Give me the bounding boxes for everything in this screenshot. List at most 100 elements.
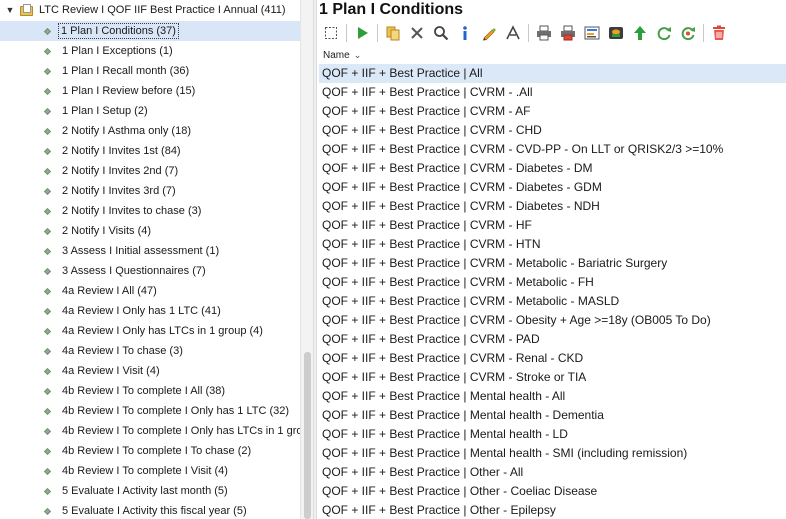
move-up-button[interactable]	[628, 22, 652, 44]
list-item[interactable]: QOF + IIF + Best Practice | CVRM - HF	[319, 216, 786, 235]
toolbar-separator	[377, 24, 378, 42]
select-all-button[interactable]	[319, 22, 343, 44]
list-item[interactable]: QOF + IIF + Best Practice | CVRM - .All	[319, 83, 786, 102]
tree-item-label: 2 Notify I Visits (4)	[62, 225, 152, 237]
print-button[interactable]	[532, 22, 556, 44]
refresh-button[interactable]	[652, 22, 676, 44]
tree-root-node[interactable]: ▼ LTC Review I QOF IIF Best Practice I A…	[0, 1, 286, 19]
list-item[interactable]: QOF + IIF + Best Practice | CVRM - Diabe…	[319, 197, 786, 216]
tree-item[interactable]: 4b Review I To complete I All (38)	[0, 381, 300, 401]
tree-item-label: 1 Plan I Exceptions (1)	[62, 45, 173, 57]
list-item-text: QOF + IIF + Best Practice | CVRM - HTN	[322, 237, 541, 251]
list-item[interactable]: QOF + IIF + Best Practice | CVRM - CHD	[319, 121, 786, 140]
list-item[interactable]: QOF + IIF + Best Practice | All	[319, 64, 786, 83]
run-button[interactable]	[350, 22, 374, 44]
list-item[interactable]: QOF + IIF + Best Practice | CVRM - HTN	[319, 235, 786, 254]
tree-item-label: 4a Review I All (47)	[62, 285, 157, 297]
tree-item[interactable]: 2 Notify I Invites to chase (3)	[0, 201, 300, 221]
tree-item-label: 4b Review I To complete I Only has LTCs …	[62, 425, 309, 437]
column-header-name[interactable]: Name ⌄	[319, 47, 786, 65]
list-item[interactable]: QOF + IIF + Best Practice | CVRM - Diabe…	[319, 178, 786, 197]
list-item[interactable]: QOF + IIF + Best Practice | CVRM - Strok…	[319, 368, 786, 387]
list-item[interactable]: QOF + IIF + Best Practice | CVRM - Obesi…	[319, 311, 786, 330]
tree-item[interactable]: 4a Review I Only has 1 LTC (41)	[0, 301, 300, 321]
edit-icon	[483, 28, 496, 41]
toolbar	[319, 21, 786, 45]
tree-item[interactable]: 4b Review I To complete I To chase (2)	[0, 441, 300, 461]
tree-leaf-icon	[43, 207, 52, 216]
tree-item[interactable]: 2 Notify I Invites 2nd (7)	[0, 161, 300, 181]
list-item[interactable]: QOF + IIF + Best Practice | CVRM - Diabe…	[319, 159, 786, 178]
toolbar-separator	[703, 24, 704, 42]
tree-item[interactable]: 4b Review I To complete I Only has LTCs …	[0, 421, 309, 441]
collapse-chevron-icon[interactable]: ▼	[0, 5, 20, 15]
tree-leaf-icon	[43, 427, 52, 436]
remove-button[interactable]	[405, 22, 429, 44]
tree-item[interactable]: 4a Review I Only has LTCs in 1 group (4)	[0, 321, 300, 341]
list-item-text: QOF + IIF + Best Practice | CVRM - Obesi…	[322, 313, 711, 327]
refresh-all-button[interactable]	[676, 22, 700, 44]
tree-leaf-icon	[43, 367, 52, 376]
tree-item[interactable]: 1 Plan I Exceptions (1)	[0, 41, 300, 61]
edit-button[interactable]	[477, 22, 501, 44]
tree-item[interactable]: 4a Review I To chase (3)	[0, 341, 300, 361]
tree-item-label: 2 Notify I Asthma only (18)	[62, 125, 191, 137]
tree-item-label: 1 Plan I Setup (2)	[62, 105, 148, 117]
tree-leaf-icon	[43, 127, 52, 136]
tree-list: 1 Plan I Conditions (37) 1 Plan I Excepti…	[0, 21, 309, 519]
tree-item-label: 4a Review I Only has LTCs in 1 group (4)	[62, 325, 263, 337]
print-list-button[interactable]	[556, 22, 580, 44]
tree-item-label: 4a Review I Visit (4)	[62, 365, 160, 377]
tree-item-label: 4b Review I To complete I To chase (2)	[62, 445, 252, 457]
delete-button[interactable]	[707, 22, 731, 44]
tree-item[interactable]: 3 Assess I Initial assessment (1)	[0, 241, 300, 261]
tree-leaf-icon	[43, 167, 52, 176]
tree-item-label: 3 Assess I Questionnaires (7)	[62, 265, 206, 277]
tree-item[interactable]: 2 Notify I Visits (4)	[0, 221, 300, 241]
tree-item[interactable]: 1 Plan I Recall month (36)	[0, 61, 300, 81]
list-item[interactable]: QOF + IIF + Best Practice | CVRM - Metab…	[319, 273, 786, 292]
tree-item[interactable]: 2 Notify I Invites 1st (84)	[0, 141, 300, 161]
font-button[interactable]	[501, 22, 525, 44]
tree-item[interactable]: 1 Plan I Review before (15)	[0, 81, 300, 101]
list-item[interactable]: QOF + IIF + Best Practice | Other - Epil…	[319, 501, 786, 519]
tree-item[interactable]: 4a Review I Visit (4)	[0, 361, 300, 381]
tree-item[interactable]: 2 Notify I Invites 3rd (7)	[0, 181, 300, 201]
tree-item-label: 2 Notify I Invites 1st (84)	[62, 145, 181, 157]
tree-item[interactable]: 2 Notify I Asthma only (18)	[0, 121, 300, 141]
list-item[interactable]: QOF + IIF + Best Practice | Other - All	[319, 463, 786, 482]
tree-scrollbar[interactable]	[300, 0, 313, 519]
report-button[interactable]	[580, 22, 604, 44]
list-item[interactable]: QOF + IIF + Best Practice | Other - Coel…	[319, 482, 786, 501]
list-item[interactable]: QOF + IIF + Best Practice | Mental healt…	[319, 387, 786, 406]
database-button[interactable]	[604, 22, 628, 44]
copy-button[interactable]	[381, 22, 405, 44]
tree-item[interactable]: 4b Review I To complete I Visit (4)	[0, 461, 300, 481]
list-item[interactable]: QOF + IIF + Best Practice | Mental healt…	[319, 406, 786, 425]
tree-item[interactable]: 4a Review I All (47)	[0, 281, 300, 301]
list-item[interactable]: QOF + IIF + Best Practice | Mental healt…	[319, 425, 786, 444]
info-button[interactable]	[453, 22, 477, 44]
tree-item[interactable]: 1 Plan I Conditions (37)	[0, 21, 300, 41]
list-item-text: QOF + IIF + Best Practice | CVRM - Renal…	[322, 351, 584, 365]
tree-scrollbar-thumb[interactable]	[304, 352, 311, 519]
search-button[interactable]	[429, 22, 453, 44]
tree-item[interactable]: 1 Plan I Setup (2)	[0, 101, 300, 121]
tree-item[interactable]: 5 Evaluate I Activity this fiscal year (…	[0, 501, 300, 519]
report-icon	[584, 26, 600, 40]
list-item[interactable]: QOF + IIF + Best Practice | CVRM - Renal…	[319, 349, 786, 368]
list-item[interactable]: QOF + IIF + Best Practice | CVRM - AF	[319, 102, 786, 121]
tree-item[interactable]: 4b Review I To complete I Only has 1 LTC…	[0, 401, 300, 421]
tree-item[interactable]: 5 Evaluate I Activity last month (5)	[0, 481, 300, 501]
tree-item[interactable]: 3 Assess I Questionnaires (7)	[0, 261, 300, 281]
list-item[interactable]: QOF + IIF + Best Practice | CVRM - Metab…	[319, 254, 786, 273]
list-item[interactable]: QOF + IIF + Best Practice | Mental healt…	[319, 444, 786, 463]
list-item[interactable]: QOF + IIF + Best Practice | CVRM - CVD-P…	[319, 140, 786, 159]
font-icon	[506, 25, 520, 40]
tree-leaf-icon	[43, 47, 52, 56]
refresh-red-icon	[681, 27, 695, 41]
tree-item-label: 2 Notify I Invites 2nd (7)	[62, 165, 179, 177]
list-item[interactable]: QOF + IIF + Best Practice | CVRM - Metab…	[319, 292, 786, 311]
list-item-text: QOF + IIF + Best Practice | CVRM - Diabe…	[322, 199, 600, 213]
list-item[interactable]: QOF + IIF + Best Practice | CVRM - PAD	[319, 330, 786, 349]
